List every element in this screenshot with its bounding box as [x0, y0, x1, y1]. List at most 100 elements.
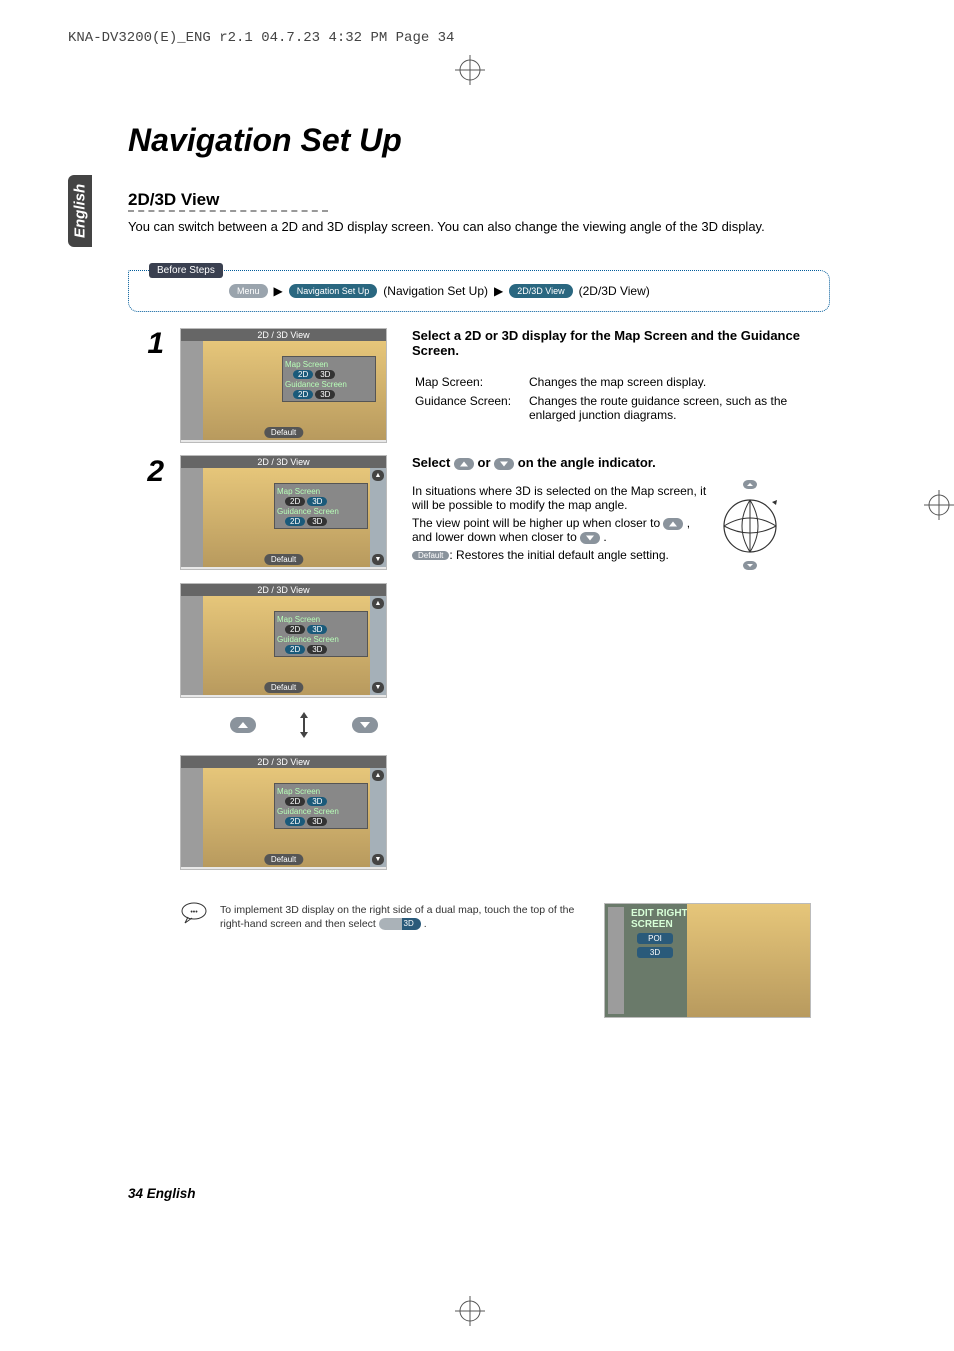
angle-down-button[interactable]: ▼	[372, 554, 384, 565]
angle-indicator-rail: ▲ ▼	[370, 596, 386, 695]
2d-chip[interactable]: 2D	[285, 797, 305, 806]
zoom-sidebar[interactable]	[181, 468, 203, 567]
2d-chip[interactable]: 2D	[285, 625, 305, 634]
step-2-screenshot-c: 2D / 3D View ▲ ▼ Map Screen 2D3D Guidanc…	[180, 755, 387, 870]
zoom-sidebar[interactable]	[181, 341, 203, 440]
angle-down-button[interactable]: ▼	[372, 682, 384, 693]
3d-chip[interactable]: 3D	[315, 370, 335, 379]
svg-text:•••: •••	[190, 909, 198, 916]
popup-row-map: Map Screen	[285, 360, 373, 369]
row-label: Guidance Screen:	[414, 393, 526, 424]
3d-chip[interactable]: 3D	[307, 497, 327, 506]
step-2-heading: Select or on the angle indicator.	[412, 455, 707, 470]
table-row: Map Screen: Changes the map screen displ…	[414, 374, 830, 391]
globe-angle-icon	[720, 480, 780, 570]
row-desc: Changes the map screen display.	[528, 374, 830, 391]
before-steps-box: Before Steps Menu ▶ Navigation Set Up (N…	[128, 270, 830, 312]
step-2-text: Select or on the angle indicator. In sit…	[412, 455, 707, 566]
arrow-icon: ▶	[494, 284, 503, 298]
down-button-icon	[580, 532, 600, 544]
angle-indicator-rail: ▲ ▼	[370, 768, 386, 867]
crop-mark-bottom-icon	[455, 1296, 485, 1326]
3d-chip[interactable]: 3D	[307, 797, 327, 806]
print-header-line: KNA-DV3200(E)_ENG r2.1 04.7.23 4:32 PM P…	[68, 30, 454, 46]
page-footer: 34 English	[128, 1186, 196, 1201]
step-1-screenshot: 2D / 3D View Map Screen 2D 3D Guidance S…	[180, 328, 387, 443]
up-chip-icon	[230, 717, 256, 733]
screenshot-header: 2D / 3D View	[181, 329, 386, 341]
default-button[interactable]: Default	[264, 682, 303, 693]
popup-row-map: Map Screen	[277, 787, 365, 796]
tip-row: ••• To implement 3D display on the right…	[180, 903, 600, 931]
menu-button-chip[interactable]: Menu	[229, 284, 268, 298]
view-popup: Map Screen 2D3D Guidance Screen 2D3D	[274, 483, 368, 529]
default-button[interactable]: Default	[264, 554, 303, 565]
nav-setup-chip[interactable]: Navigation Set Up	[289, 284, 378, 298]
3d-chip[interactable]: 3D	[307, 517, 327, 526]
nav-setup-paren: (Navigation Set Up)	[383, 284, 488, 298]
3d-chip[interactable]: 3D	[307, 625, 327, 634]
edit-right-screen-title: EDIT RIGHT SCREEN	[609, 908, 691, 930]
step-2-screenshot-b: 2D / 3D View ▲ ▼ Map Screen 2D3D Guidanc…	[180, 583, 387, 698]
step-1-text: Select a 2D or 3D display for the Map Sc…	[412, 328, 832, 426]
popup-row-map: Map Screen	[277, 487, 365, 496]
screenshot-header: 2D / 3D View	[181, 456, 386, 468]
down-button-icon	[494, 458, 514, 470]
angle-up-button[interactable]: ▲	[372, 598, 384, 609]
up-button-icon	[454, 458, 474, 470]
crop-mark-top-icon	[455, 55, 485, 85]
3d-button[interactable]: 3D	[637, 947, 673, 958]
2d-chip[interactable]: 2D	[293, 370, 313, 379]
up-button-icon	[663, 518, 683, 530]
step-2-screenshot-a: 2D / 3D View ▲ ▼ Map Screen 2D3D Guidanc…	[180, 455, 387, 570]
2d-chip[interactable]: 2D	[293, 390, 313, 399]
3d-chip[interactable]: 3D	[307, 645, 327, 654]
default-button[interactable]: Default	[264, 427, 303, 438]
step-2-number: 2	[144, 455, 164, 489]
map-pane	[687, 904, 810, 1017]
angle-adjust-direction-graphic	[230, 710, 378, 740]
2d-chip[interactable]: 2D	[285, 517, 305, 526]
view-popup: Map Screen 2D3D Guidance Screen 2D3D	[274, 611, 368, 657]
angle-up-button[interactable]: ▲	[372, 770, 384, 781]
row-label: Map Screen:	[414, 374, 526, 391]
popup-row-guidance: Guidance Screen	[277, 807, 365, 816]
popup-row-guidance: Guidance Screen	[277, 635, 365, 644]
2d3d-view-chip[interactable]: 2D/3D View	[509, 284, 572, 298]
view-popup: Map Screen 2D 3D Guidance Screen 2D 3D	[282, 356, 376, 402]
3d-toggle-chip[interactable]: 3D	[379, 918, 421, 930]
step-2-para-2: The view point will be higher up when cl…	[412, 516, 707, 544]
default-button[interactable]: Default	[264, 854, 303, 865]
section-title: 2D/3D View	[128, 190, 219, 210]
angle-up-button[interactable]: ▲	[372, 470, 384, 481]
language-side-tab: English	[68, 175, 92, 247]
down-chip-icon	[352, 717, 378, 733]
zoom-sidebar[interactable]	[181, 596, 203, 695]
default-chip: Default	[412, 551, 449, 560]
step-2-para-1: In situations where 3D is selected on th…	[412, 484, 707, 512]
screenshot-header: 2D / 3D View	[181, 584, 386, 596]
3d-chip[interactable]: 3D	[315, 390, 335, 399]
before-steps-label: Before Steps	[149, 263, 223, 278]
step-1-heading: Select a 2D or 3D display for the Map Sc…	[412, 328, 832, 358]
intro-paragraph: You can switch between a 2D and 3D displ…	[128, 218, 828, 236]
2d-chip[interactable]: 2D	[285, 497, 305, 506]
3d-chip[interactable]: 3D	[307, 817, 327, 826]
crop-mark-right-icon	[924, 490, 954, 520]
arrow-icon: ▶	[274, 284, 283, 298]
screenshot-header: 2D / 3D View	[181, 756, 386, 768]
poi-button[interactable]: POI	[637, 933, 673, 944]
angle-down-button[interactable]: ▼	[372, 854, 384, 865]
section-divider	[128, 210, 328, 212]
step-1-number: 1	[144, 327, 164, 361]
2d-chip[interactable]: 2D	[285, 817, 305, 826]
page-title: Navigation Set Up	[128, 122, 402, 159]
tip-screenshot: EDIT RIGHT SCREEN POI 3D	[604, 903, 811, 1018]
2d-chip[interactable]: 2D	[285, 645, 305, 654]
tip-text: To implement 3D display on the right sid…	[220, 903, 600, 931]
zoom-sidebar[interactable]	[181, 768, 203, 867]
double-arrow-icon	[296, 710, 312, 740]
view-popup: Map Screen 2D3D Guidance Screen 2D3D	[274, 783, 368, 829]
popup-row-guidance: Guidance Screen	[277, 507, 365, 516]
2d3d-view-paren: (2D/3D View)	[579, 284, 650, 298]
